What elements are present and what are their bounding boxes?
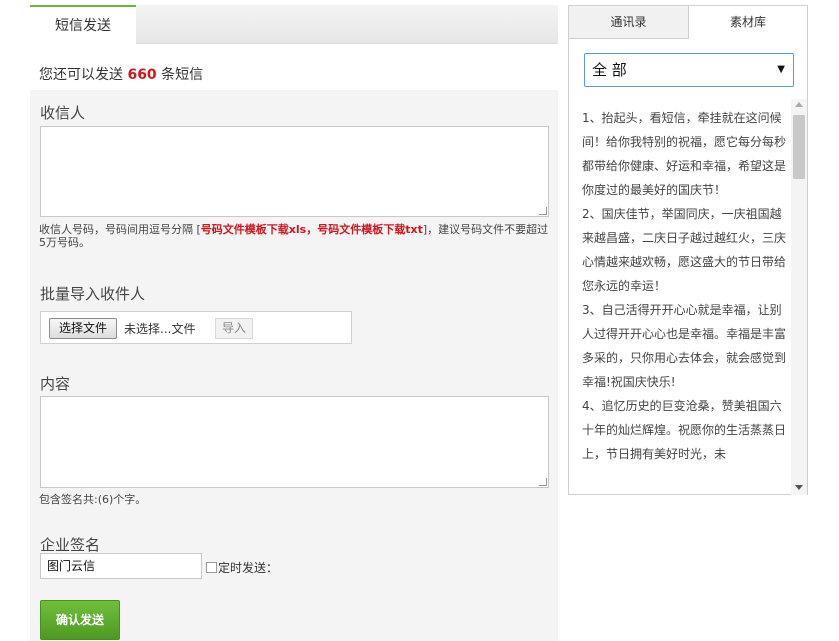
file-picker: 选择文件 未选择...文件 导入 bbox=[40, 311, 352, 344]
resize-grip-icon[interactable] bbox=[539, 478, 547, 486]
scroll-up-icon[interactable] bbox=[795, 102, 803, 107]
signature-input[interactable]: 图门云信 bbox=[40, 553, 202, 579]
quota-suffix: 条短信 bbox=[161, 67, 204, 83]
schedule-label: 定时发送： bbox=[218, 561, 279, 575]
scroll-down-icon[interactable] bbox=[795, 485, 803, 490]
batch-import-label: 批量导入收件人 bbox=[40, 285, 146, 303]
choose-file-button[interactable]: 选择文件 bbox=[49, 318, 117, 339]
list-item[interactable]: 2、国庆佳节，举国同庆，一庆祖国越来越昌盛，二庆日子越过越红火，三庆心情越来越欢… bbox=[582, 202, 789, 298]
sms-send-panel: 短信发送 您还可以发送 660 条短信 收信人 收信人号码，号码间用逗号分隔 [… bbox=[30, 5, 558, 641]
recipients-label: 收信人 bbox=[40, 104, 86, 122]
list-item[interactable]: 1、抬起头，看短信，牵挂就在这问候间！给你我特别的祝福，愿它每分每秒都带给你健康… bbox=[582, 106, 789, 202]
tab-contacts[interactable]: 通讯录 bbox=[569, 6, 689, 39]
recipients-hint: 收信人号码，号码间用逗号分隔 [号码文件模板下载xls，号码文件模板下载txt]… bbox=[39, 223, 549, 249]
count-suffix: )个字。 bbox=[109, 493, 147, 506]
tab-library[interactable]: 素材库 bbox=[689, 6, 807, 39]
quota-prefix: 您还可以发送 bbox=[39, 67, 123, 83]
form-panel: 收信人 收信人号码，号码间用逗号分隔 [号码文件模板下载xls，号码文件模板下载… bbox=[30, 90, 558, 641]
message-list-scrollbar[interactable] bbox=[791, 99, 807, 495]
category-selected: 全 部 bbox=[592, 61, 627, 79]
template-xls-link[interactable]: 号码文件模板下载xls bbox=[201, 223, 306, 236]
count-value: 6 bbox=[102, 493, 109, 506]
hint-separator: ， bbox=[306, 223, 318, 236]
quota-text: 您还可以发送 660 条短信 bbox=[39, 64, 203, 84]
signature-label: 企业签名 bbox=[40, 536, 101, 554]
recipients-textarea[interactable] bbox=[40, 126, 549, 217]
quota-count: 660 bbox=[127, 67, 157, 83]
schedule-option[interactable]: 定时发送： bbox=[206, 559, 278, 576]
list-item[interactable]: 3、自己活得开开心心就是幸福，让别人过得开开心心也是幸福。幸福是丰富多采的，只你… bbox=[582, 298, 789, 394]
tab-sms-send[interactable]: 短信发送 bbox=[30, 5, 136, 44]
scroll-thumb[interactable] bbox=[793, 115, 805, 179]
list-item[interactable]: 4、追忆历史的巨变沧桑，赞美祖国六十年的灿烂辉煌。祝愿你的生活蒸蒸日上，节日拥有… bbox=[582, 394, 789, 466]
schedule-checkbox[interactable] bbox=[206, 562, 217, 573]
file-status: 未选择...文件 bbox=[124, 322, 196, 336]
category-select[interactable]: 全 部 ▼ bbox=[584, 53, 794, 87]
count-prefix: 包含签名共:( bbox=[39, 493, 102, 506]
dropdown-arrow-icon: ▼ bbox=[777, 64, 785, 75]
char-count: 包含签名共:(6)个字。 bbox=[39, 493, 549, 506]
message-list: 1、抬起头，看短信，牵挂就在这问候间！给你我特别的祝福，愿它每分每秒都带给你健康… bbox=[582, 106, 789, 494]
resize-grip-icon[interactable] bbox=[539, 207, 547, 215]
template-txt-link[interactable]: 号码文件模板下载txt bbox=[317, 223, 423, 236]
import-button[interactable]: 导入 bbox=[215, 318, 253, 339]
hint-prefix: 收信人号码，号码间用逗号分隔 [ bbox=[39, 223, 201, 236]
content-label: 内容 bbox=[40, 375, 71, 393]
content-textarea[interactable] bbox=[40, 396, 549, 488]
tab-bar: 短信发送 bbox=[30, 5, 558, 44]
confirm-send-button[interactable]: 确认发送 bbox=[40, 600, 120, 640]
side-panel: 通讯录 素材库 全 部 ▼ 1、抬起头，看短信，牵挂就在这问候间！给你我特别的祝… bbox=[568, 5, 808, 495]
